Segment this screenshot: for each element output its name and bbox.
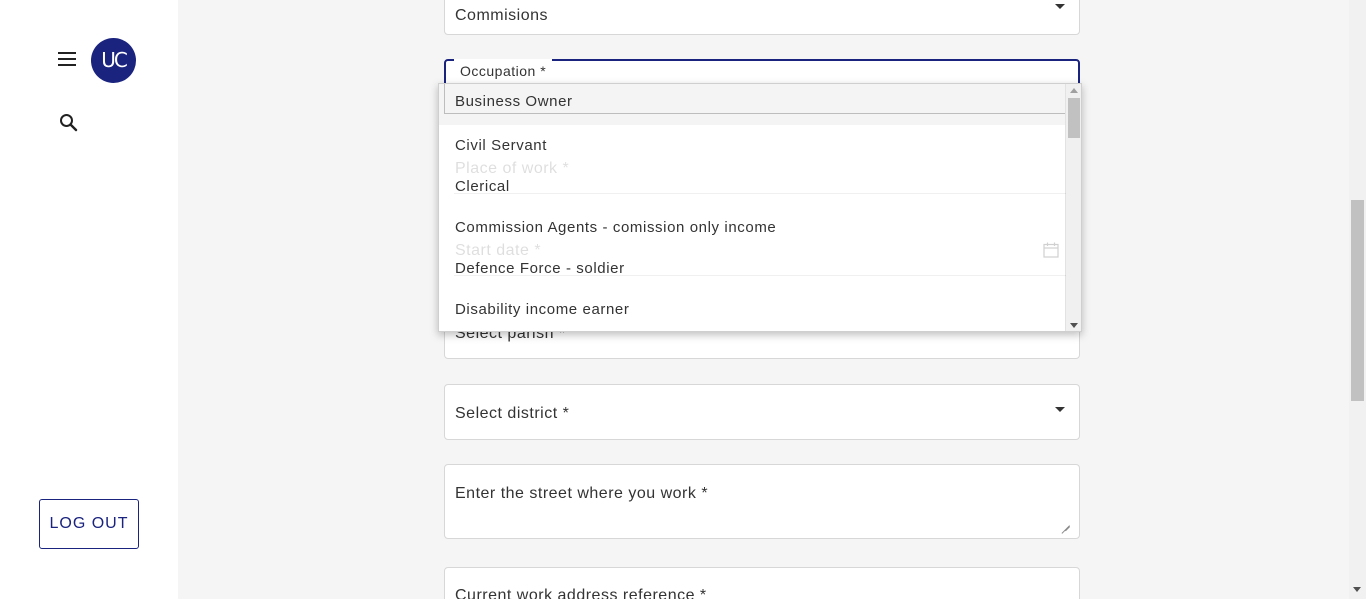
address-reference-placeholder: Current work address reference * bbox=[455, 587, 707, 599]
search-icon[interactable] bbox=[58, 112, 80, 134]
calendar-icon bbox=[1043, 242, 1059, 258]
avatar[interactable]: UC bbox=[91, 38, 136, 83]
district-placeholder: Select district * bbox=[455, 405, 570, 422]
district-select[interactable]: Select district * bbox=[444, 384, 1080, 440]
occupation-option[interactable]: Civil Servant bbox=[439, 125, 1067, 166]
hamburger-menu-icon[interactable] bbox=[56, 49, 78, 69]
resize-handle-icon[interactable] bbox=[1061, 517, 1070, 526]
scroll-down-arrow-icon[interactable] bbox=[1353, 587, 1361, 592]
occupation-option[interactable]: Commission Agents - comission only incom… bbox=[439, 207, 1067, 248]
address-reference-field[interactable]: Current work address reference * bbox=[444, 567, 1080, 599]
occupation-dropdown: Business Owner Civil Servant Clerical Co… bbox=[438, 83, 1082, 332]
occupation-label: Occupation * bbox=[454, 59, 553, 83]
occupation-options-list: Business Owner Civil Servant Clerical Co… bbox=[439, 84, 1067, 331]
sidebar: UC LOG OUT bbox=[0, 0, 178, 599]
commisions-select[interactable]: Commisions bbox=[444, 0, 1080, 35]
place-of-work-underline bbox=[454, 193, 1066, 194]
chevron-down-icon bbox=[1055, 407, 1065, 412]
dropdown-scrollbar-thumb[interactable] bbox=[1068, 98, 1080, 138]
chevron-down-icon bbox=[1055, 4, 1065, 9]
commisions-value: Commisions bbox=[455, 7, 549, 24]
occupation-option[interactable]: Business Owner bbox=[439, 84, 1067, 125]
occupation-option[interactable]: Disability income earner bbox=[439, 289, 1067, 330]
street-textarea[interactable]: Enter the street where you work * bbox=[444, 464, 1080, 539]
dropdown-scrollbar[interactable] bbox=[1065, 84, 1081, 331]
occupation-option[interactable]: Clerical bbox=[439, 166, 1067, 207]
logout-button[interactable]: LOG OUT bbox=[39, 499, 139, 549]
street-placeholder: Enter the street where you work * bbox=[455, 485, 709, 502]
start-date-underline bbox=[454, 275, 1066, 276]
page-scrollbar-thumb[interactable] bbox=[1351, 200, 1364, 401]
occupation-option[interactable]: Defence Force - soldier bbox=[439, 248, 1067, 289]
page-scrollbar[interactable] bbox=[1349, 0, 1366, 599]
scroll-up-arrow-icon[interactable] bbox=[1070, 88, 1078, 93]
scroll-down-arrow-icon[interactable] bbox=[1070, 323, 1078, 328]
occupation-option-label: Business Owner bbox=[444, 84, 1067, 114]
